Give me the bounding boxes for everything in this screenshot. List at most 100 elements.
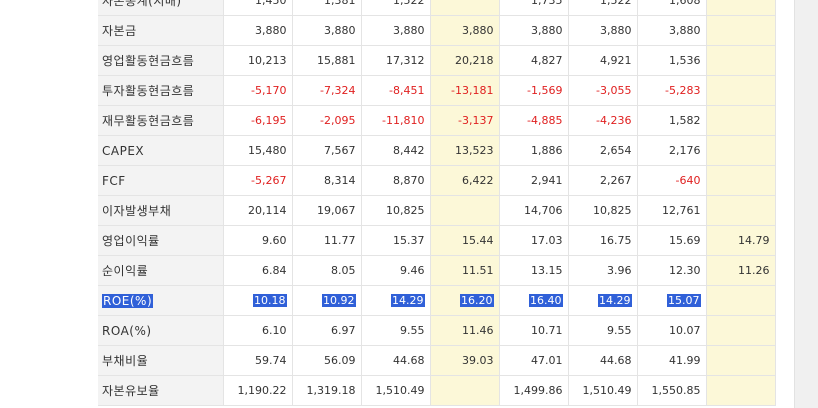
row-label: 자본금 xyxy=(102,24,137,38)
cell-value: 11.51 xyxy=(462,264,494,277)
value-cell: 13,523 xyxy=(429,135,500,166)
cell-value: -4,236 xyxy=(596,114,632,127)
cell-value: 1,536 xyxy=(669,54,701,67)
value-cell: 56.09 xyxy=(291,345,362,376)
value-cell: -3,055 xyxy=(567,75,638,106)
cell-value: 3,880 xyxy=(462,24,494,37)
value-cell: 14.29 xyxy=(360,285,431,316)
value-cell: 2,654 xyxy=(567,135,638,166)
cell-value: 19,067 xyxy=(317,204,356,217)
value-cell: 1,522 xyxy=(567,0,638,16)
value-cell: 44.68 xyxy=(360,345,431,376)
value-cell: 9.55 xyxy=(360,315,431,346)
row-label: 이자발생부채 xyxy=(102,204,172,218)
cell-value: 47.01 xyxy=(531,354,563,367)
cell-value: 20,114 xyxy=(248,204,287,217)
value-cell: 10.71 xyxy=(498,315,569,346)
value-cell xyxy=(429,375,500,406)
value-cell: 39.03 xyxy=(429,345,500,376)
cell-value: 8,314 xyxy=(324,174,356,187)
right-gutter xyxy=(778,0,794,408)
value-cell: 2,267 xyxy=(567,165,638,196)
cell-value: 8,442 xyxy=(393,144,425,157)
cell-value: 13.15 xyxy=(531,264,563,277)
value-cell xyxy=(705,75,776,106)
cell-value: 10,213 xyxy=(248,54,287,67)
value-cell xyxy=(705,285,776,316)
row-label-cell: 자본유보율 xyxy=(98,375,224,406)
value-cell: -6,195 xyxy=(222,105,293,136)
value-cell: 1,381 xyxy=(291,0,362,16)
cell-value: 1,381 xyxy=(324,0,356,7)
table-body: 자본총계(지배) 1,450 1,381 1,522 1,735 1,522 1,608 자본… xyxy=(98,0,776,406)
cell-value: 1,190.22 xyxy=(237,384,287,397)
value-cell: 1,608 xyxy=(636,0,707,16)
table-row: 이자발생부채 20,114 19,067 10,825 14,706 10,825 12,7… xyxy=(98,195,776,226)
cell-value: 3,880 xyxy=(669,24,701,37)
cell-value: 11.46 xyxy=(462,324,494,337)
value-cell xyxy=(705,345,776,376)
value-cell: 8,442 xyxy=(360,135,431,166)
row-label: ROA(%) xyxy=(102,323,152,338)
cell-value: 1,522 xyxy=(600,0,632,7)
cell-value: 44.68 xyxy=(600,354,632,367)
table-row: 자본금 3,880 3,880 3,880 3,880 3,880 3,880 3,880 xyxy=(98,15,776,46)
cell-value: -4,885 xyxy=(527,114,563,127)
cell-value: 6,422 xyxy=(462,174,494,187)
cell-value: 14,706 xyxy=(524,204,563,217)
financial-summary-table: 자본총계(지배) 1,450 1,381 1,522 1,735 1,522 1,608 자본… xyxy=(98,0,776,406)
row-label-cell: 이자발생부채 xyxy=(98,195,224,226)
cell-value: -8,451 xyxy=(389,84,425,97)
row-label-cell: 자본금 xyxy=(98,15,224,46)
value-cell: 20,218 xyxy=(429,45,500,76)
table-row: 영업활동현금흐름 10,213 15,881 17,312 20,218 4,827 4,9… xyxy=(98,45,776,76)
cell-value: 44.68 xyxy=(393,354,425,367)
value-cell: 11.26 xyxy=(705,255,776,286)
cell-value: 14.29 xyxy=(598,294,632,307)
value-cell xyxy=(705,45,776,76)
value-cell: 12,761 xyxy=(636,195,707,226)
row-label: 투자활동현금흐름 xyxy=(102,84,195,98)
cell-value: 3,880 xyxy=(600,24,632,37)
left-margin xyxy=(0,0,98,408)
value-cell xyxy=(705,165,776,196)
cell-value: 17.03 xyxy=(531,234,563,247)
cell-value: 1,608 xyxy=(669,0,701,7)
table-row: 투자활동현금흐름 -5,170 -7,324 -8,451 -13,181 -1,569 -… xyxy=(98,75,776,106)
row-label: 자본유보율 xyxy=(102,384,160,398)
value-cell: 8,870 xyxy=(360,165,431,196)
vertical-scrollbar[interactable] xyxy=(794,0,818,408)
cell-value: 9.55 xyxy=(607,324,632,337)
table-row: 순이익률 6.84 8.05 9.46 11.51 13.15 3.96 12.30 11.26 xyxy=(98,255,776,286)
cell-value: 16.20 xyxy=(460,294,494,307)
cell-value: 16.40 xyxy=(529,294,563,307)
value-cell: 1,536 xyxy=(636,45,707,76)
row-label-cell: ROA(%) xyxy=(98,315,224,346)
value-cell: 11.51 xyxy=(429,255,500,286)
cell-value: 10.07 xyxy=(669,324,701,337)
cell-value: 56.09 xyxy=(324,354,356,367)
value-cell: 14.29 xyxy=(567,285,638,316)
value-cell: -5,283 xyxy=(636,75,707,106)
cell-value: -5,267 xyxy=(251,174,287,187)
cell-value: 10.18 xyxy=(253,294,287,307)
value-cell: 9.60 xyxy=(222,225,293,256)
cell-value: 11.26 xyxy=(738,264,770,277)
value-cell: 16.75 xyxy=(567,225,638,256)
value-cell: 14,706 xyxy=(498,195,569,226)
cell-value: 1,735 xyxy=(531,0,563,7)
cell-value: 6.10 xyxy=(262,324,287,337)
row-label: FCF xyxy=(102,173,126,188)
value-cell: 15.69 xyxy=(636,225,707,256)
cell-value: 15.69 xyxy=(669,234,701,247)
value-cell: 15.07 xyxy=(636,285,707,316)
cell-value: 6.97 xyxy=(331,324,356,337)
cell-value: 1,550.85 xyxy=(651,384,701,397)
row-label-cell: 영업이익률 xyxy=(98,225,224,256)
value-cell: 15.44 xyxy=(429,225,500,256)
value-cell: 6.84 xyxy=(222,255,293,286)
value-cell: 2,176 xyxy=(636,135,707,166)
value-cell: 17.03 xyxy=(498,225,569,256)
cell-value: 17,312 xyxy=(386,54,425,67)
value-cell: 10,825 xyxy=(567,195,638,226)
